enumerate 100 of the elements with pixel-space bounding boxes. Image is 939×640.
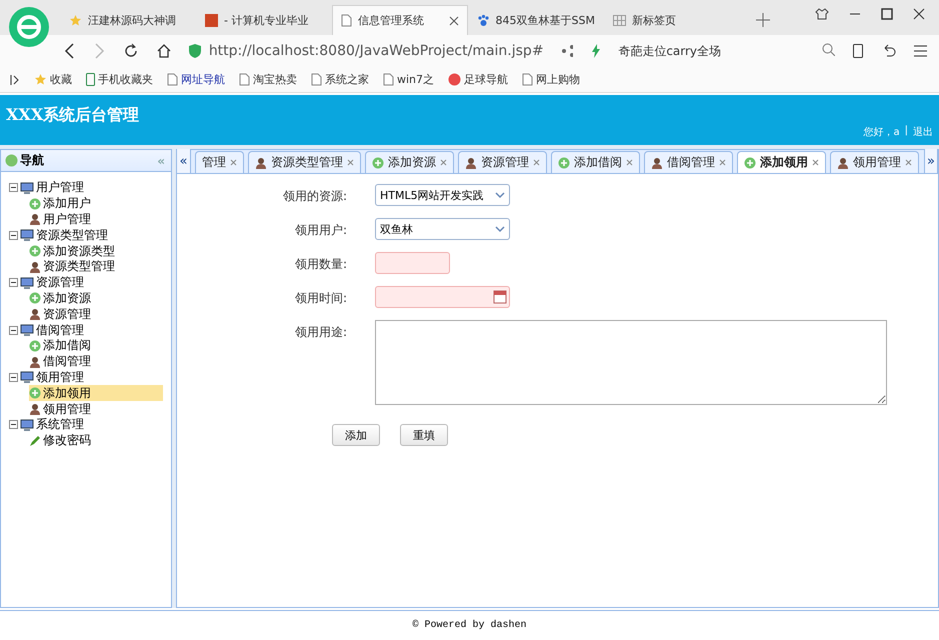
pencil-icon <box>29 434 41 447</box>
computer-icon <box>20 276 34 289</box>
tree-group[interactable]: 借阅管理 <box>9 322 171 338</box>
plus-circle-icon <box>29 340 41 352</box>
share-icon[interactable] <box>562 45 573 57</box>
bookmark[interactable]: 足球导航 <box>448 72 508 87</box>
maximize-icon[interactable] <box>881 8 893 20</box>
tablet-icon[interactable] <box>853 44 863 58</box>
user-icon <box>29 308 41 320</box>
user-icon <box>29 260 41 273</box>
bookmark[interactable]: 手机收藏夹 <box>86 72 153 87</box>
plus-circle-icon <box>558 156 570 168</box>
ball-icon <box>448 73 462 86</box>
sidebar-toggle-icon[interactable] <box>10 74 20 84</box>
bookmark[interactable]: 网址导航 <box>167 72 225 87</box>
tree-item[interactable]: 添加用户 <box>29 196 163 212</box>
page-icon <box>383 73 394 86</box>
user-icon <box>29 213 41 226</box>
app-title: XXX系统后台管理 <box>6 105 140 126</box>
home-icon[interactable] <box>156 43 171 59</box>
page-icon <box>341 14 352 27</box>
tab[interactable]: 资源管理 <box>458 151 547 173</box>
collapse-icon[interactable] <box>9 326 18 335</box>
tab[interactable]: 添加领用 <box>737 151 826 173</box>
star-icon <box>69 14 82 27</box>
field-label: 领用时间: <box>294 290 347 307</box>
computer-icon <box>20 324 34 336</box>
tree-item[interactable]: 添加资源 <box>29 290 163 306</box>
collapse-icon[interactable] <box>9 183 18 192</box>
reload-icon[interactable] <box>122 43 138 59</box>
panel-title: 导航 <box>20 152 44 169</box>
shield-icon <box>188 44 201 58</box>
scroll-right-button[interactable]: » <box>924 149 938 173</box>
quantity-field[interactable] <box>375 252 450 274</box>
tree-group[interactable]: 资源管理 <box>9 274 171 291</box>
tree-item[interactable]: 资源管理 <box>29 306 163 322</box>
bookmark[interactable]: 收藏 <box>34 72 72 87</box>
user-icon <box>651 156 663 168</box>
menu-icon[interactable] <box>914 45 927 57</box>
lightning-icon[interactable] <box>590 44 600 58</box>
scroll-left-button[interactable]: « <box>177 149 191 173</box>
calendar-icon <box>493 290 507 304</box>
dropdown[interactable]: 双鱼林 <box>375 218 510 240</box>
collapse-icon[interactable] <box>9 278 18 288</box>
page-icon <box>239 73 250 86</box>
collapse-icon[interactable] <box>9 420 18 430</box>
plus-circle-icon <box>744 156 756 168</box>
tree-item[interactable]: 添加资源类型 <box>29 243 163 259</box>
tab[interactable]: 添加借阅 <box>551 151 640 173</box>
search-field[interactable]: 奇葩走位carry全场 <box>618 42 722 60</box>
browser-tab[interactable]: 新标签页 <box>604 5 740 35</box>
phone-icon <box>86 73 95 86</box>
tab[interactable]: 领用管理 <box>830 151 919 173</box>
tree-item[interactable]: 添加领用 <box>29 385 163 402</box>
field-label: 领用的资源: <box>282 188 347 205</box>
tree-item[interactable]: 添加借阅 <box>29 338 163 354</box>
bookmark[interactable]: 淘宝热卖 <box>239 72 297 87</box>
tree-group[interactable]: 用户管理 <box>9 180 171 196</box>
tree-group[interactable]: 系统管理 <box>9 416 171 433</box>
tab[interactable]: 添加资源 <box>365 151 454 173</box>
tab[interactable]: 管理 <box>195 151 244 173</box>
dropdown[interactable]: HTML5网站开发实践 <box>375 184 510 206</box>
browser-tab[interactable]: 845双鱼林基于SSM <box>468 5 604 35</box>
page-icon <box>311 73 322 86</box>
browser-tab[interactable]: 汪建林源码大神调 <box>60 5 196 35</box>
bookmark[interactable]: 网上购物 <box>522 72 580 87</box>
browser-tab[interactable]: - 计算机专业毕业 <box>196 5 332 35</box>
tab[interactable]: 资源类型管理 <box>248 151 361 173</box>
back-icon[interactable] <box>64 43 76 59</box>
tab[interactable]: 借阅管理 <box>644 151 733 173</box>
new-tab-icon[interactable] <box>756 13 770 27</box>
tree-item[interactable]: 用户管理 <box>29 212 163 228</box>
field-label: 领用用途: <box>294 324 347 341</box>
purpose-field[interactable] <box>375 320 887 405</box>
shirt-icon[interactable] <box>815 8 829 20</box>
bookmark[interactable]: win7之 <box>383 72 434 87</box>
user-icon <box>29 403 41 416</box>
computer-icon <box>20 418 34 431</box>
user-icon <box>837 156 849 168</box>
tree-item[interactable]: 资源类型管理 <box>29 258 163 275</box>
collapse-icon[interactable] <box>9 372 18 382</box>
reset-button[interactable]: 重填 <box>400 424 448 446</box>
paw-icon <box>477 14 490 27</box>
site-icon <box>205 14 218 27</box>
date-field[interactable] <box>375 286 510 308</box>
address-bar[interactable]: http://localhost:8080/JavaWebProject/main.jsp# <box>208 43 544 59</box>
tree-item[interactable]: 领用管理 <box>29 401 163 417</box>
add-button[interactable]: 添加 <box>332 424 380 446</box>
field-label: 领用用户: <box>294 222 347 239</box>
search-icon[interactable] <box>822 42 836 56</box>
tree-item[interactable]: 修改密码 <box>29 432 163 449</box>
close-icon[interactable] <box>913 8 925 20</box>
tree-group[interactable]: 领用管理 <box>9 370 171 386</box>
collapse-icon[interactable] <box>9 230 18 240</box>
tree-group[interactable]: 资源类型管理 <box>9 227 171 244</box>
close-icon[interactable] <box>449 16 459 26</box>
bookmark[interactable]: 系统之家 <box>311 72 369 87</box>
browser-tab[interactable]: 信息管理系统 <box>332 5 468 35</box>
user-icon <box>465 156 477 168</box>
tree-item[interactable]: 借阅管理 <box>29 354 163 370</box>
